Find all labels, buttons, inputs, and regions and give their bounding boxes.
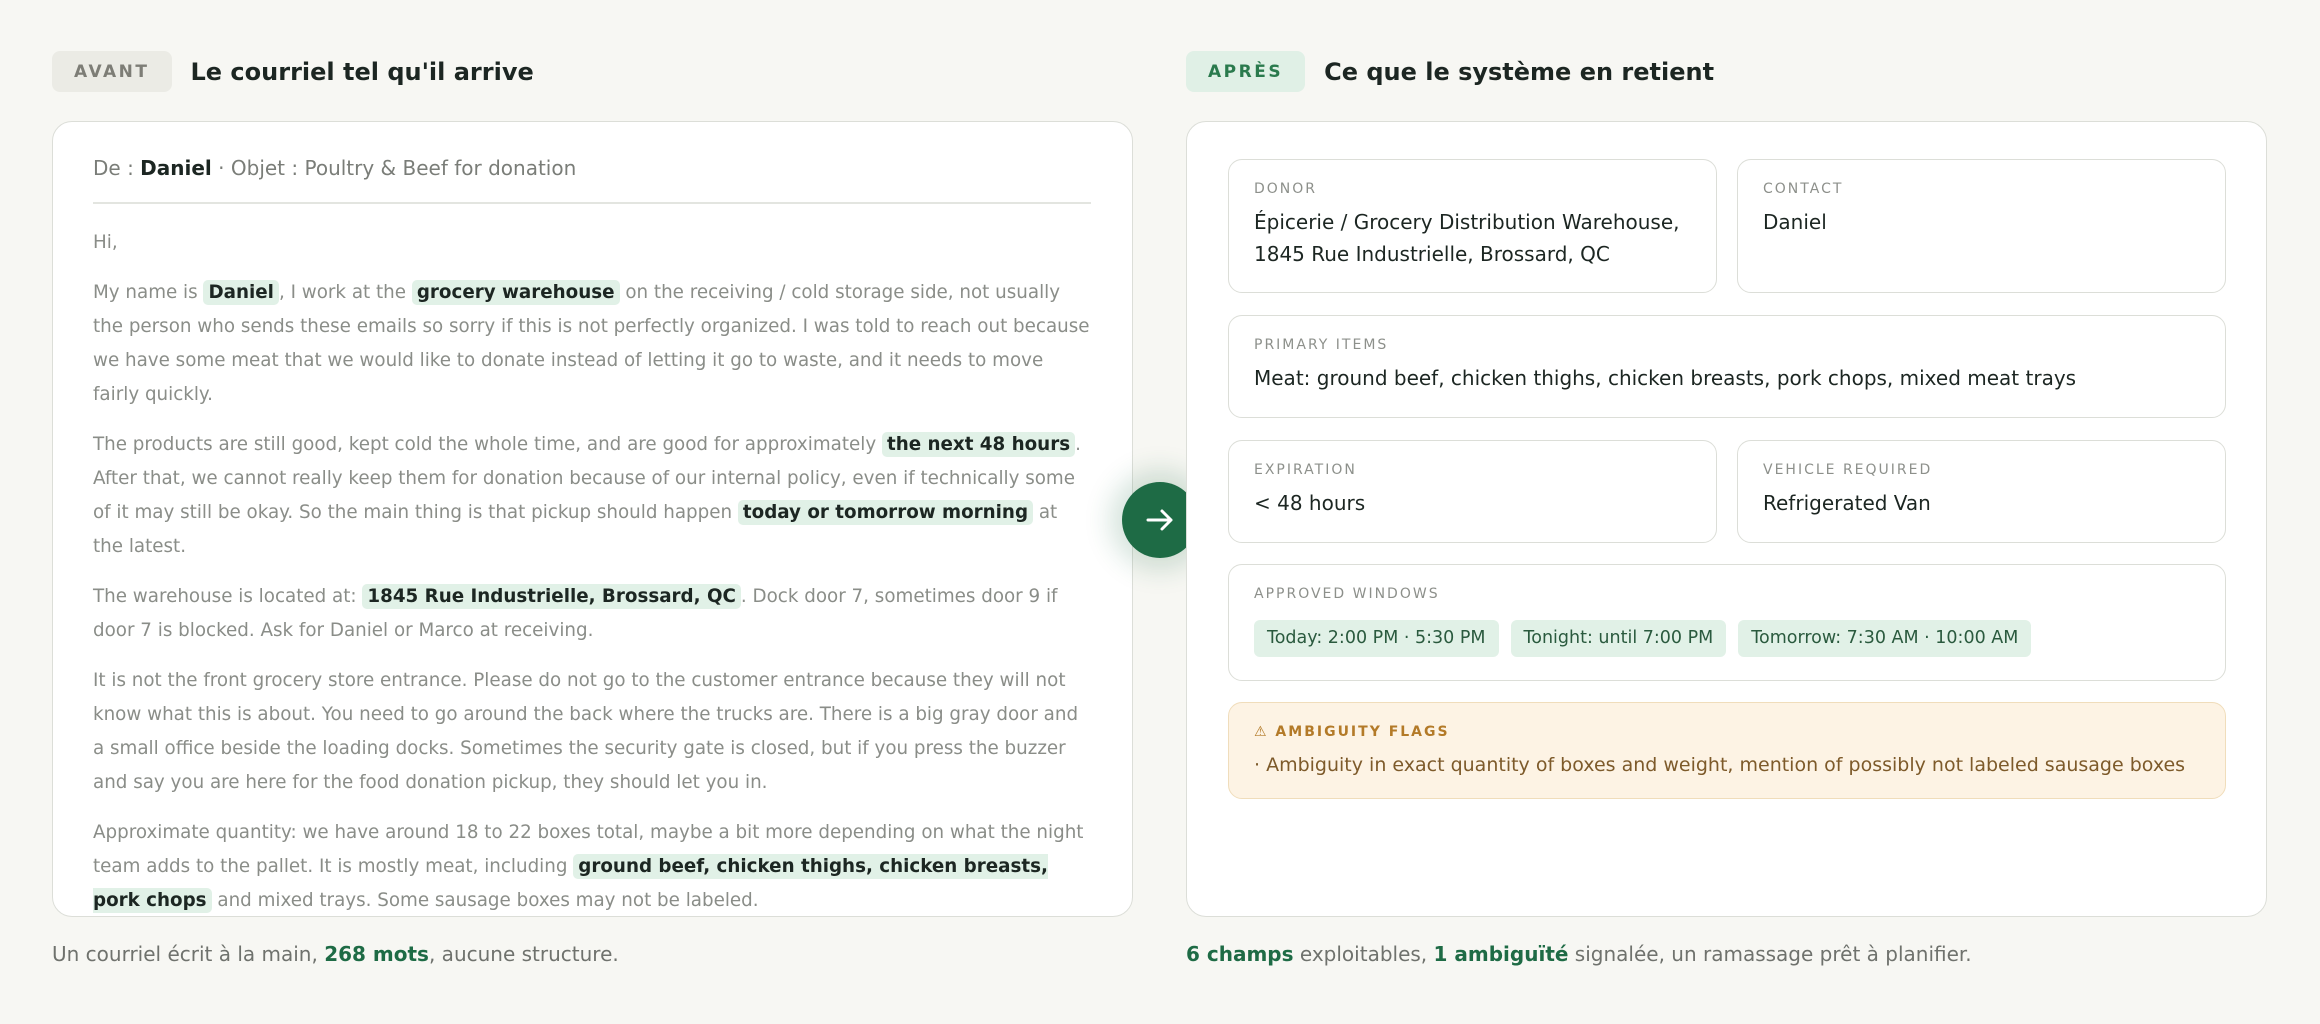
primary-items-value: Meat: ground beef, chicken thighs, chick… [1254, 366, 2077, 390]
primary-items-label: PRIMARY ITEMS [1254, 337, 1389, 353]
expiration-card: EXPIRATION < 48 hours [1228, 440, 1717, 543]
before-footer-pre: Un courriel écrit à la main, [52, 942, 318, 966]
highlighted-entity: 1845 Rue Industrielle, Brossard, QC [362, 584, 741, 609]
window-chip-tonight: Tonight: until 7:00 PM [1510, 620, 1727, 657]
email-text: Hi, [93, 232, 118, 253]
before-footer-post: , aucune structure. [428, 942, 619, 966]
after-header: APRÈS Ce que le système en retient [1186, 51, 1714, 92]
vehicle-card: VEHICLE REQUIRED Refrigerated Van [1737, 440, 2226, 543]
donor-value: Épicerie / Grocery Distribution Warehous… [1254, 206, 1680, 270]
email-text: The warehouse is located at: [93, 586, 363, 607]
email-paragraph: My name is Daniel, I work at the grocery… [93, 276, 1093, 412]
ambiguity-flags-card: ⚠ AMBIGUITY FLAGS · Ambiguity in exact q… [1228, 702, 2226, 799]
highlighted-entity: today or tomorrow morning [737, 500, 1034, 525]
highlighted-entity: grocery warehouse [411, 280, 620, 305]
expiration-label: EXPIRATION [1254, 462, 1357, 478]
after-footer-mid: exploitables, [1293, 942, 1434, 966]
donor-line-2: 1845 Rue Industrielle, Brossard, QC [1254, 242, 1610, 266]
vehicle-label: VEHICLE REQUIRED [1763, 462, 1933, 478]
email-header: De : Daniel · Objet : Poultry & Beef for… [93, 156, 1091, 204]
subject-label: Objet : [230, 156, 299, 180]
before-footer: Un courriel écrit à la main, 268 mots, a… [52, 942, 619, 966]
flags-value: · Ambiguity in exact quantity of boxes a… [1254, 754, 2186, 776]
windows-chips: Today: 2:00 PM · 5:30 PM Tonight: until … [1254, 620, 2032, 657]
email-text: and mixed trays. Some sausage boxes may … [211, 890, 759, 911]
expiration-value: < 48 hours [1254, 491, 1366, 515]
from-label: De : [93, 156, 134, 180]
email-paragraph: The warehouse is located at: 1845 Rue In… [93, 580, 1093, 648]
donor-card: DONOR Épicerie / Grocery Distribution Wa… [1228, 159, 1717, 293]
window-chip-today: Today: 2:00 PM · 5:30 PM [1254, 620, 1499, 657]
after-title: Ce que le système en retient [1324, 57, 1715, 86]
flags-label: ⚠ AMBIGUITY FLAGS [1254, 724, 1450, 740]
email-paragraph: Hi, [93, 226, 1093, 260]
subject-separator: · [218, 156, 225, 180]
before-tag: AVANT [52, 51, 172, 92]
contact-value: Daniel [1763, 210, 1827, 234]
before-title: Le courriel tel qu'il arrive [190, 57, 534, 86]
window-chip-tomorrow: Tomorrow: 7:30 AM · 10:00 AM [1738, 620, 2032, 657]
email-paragraph: The products are still good, kept cold t… [93, 428, 1093, 564]
email-paragraph: It is not the front grocery store entran… [93, 664, 1093, 800]
arrow-right-icon [1146, 509, 1173, 531]
email-text: , I work at the [278, 282, 412, 303]
email-text: My name is [93, 282, 204, 303]
email-text: It is not the front grocery store entran… [93, 670, 1079, 793]
donor-line-1: Épicerie / Grocery Distribution Warehous… [1254, 210, 1680, 234]
email-text: The products are still good, kept cold t… [93, 434, 882, 455]
extraction-panel: DONOR Épicerie / Grocery Distribution Wa… [1186, 121, 2267, 917]
word-count: 268 mots [324, 942, 429, 966]
after-footer-post: signalée, un ramassage prêt à planifier. [1568, 942, 1972, 966]
highlighted-entity: Daniel [203, 280, 279, 305]
before-header: AVANT Le courriel tel qu'il arrive [52, 51, 534, 92]
email-panel: De : Daniel · Objet : Poultry & Beef for… [52, 121, 1133, 917]
ambiguity-count: 1 ambiguïté [1433, 942, 1569, 966]
contact-label: CONTACT [1763, 181, 1844, 197]
primary-items-card: PRIMARY ITEMS Meat: ground beef, chicken… [1228, 315, 2226, 418]
email-body: Hi, My name is Daniel, I work at the groc… [93, 226, 1093, 934]
windows-label: APPROVED WINDOWS [1254, 586, 1440, 602]
donor-label: DONOR [1254, 181, 1318, 197]
email-subject: Poultry & Beef for donation [304, 156, 577, 180]
email-paragraph: Approximate quantity: we have around 18 … [93, 816, 1093, 918]
after-footer: 6 champs exploitables, 1 ambiguïté signa… [1186, 942, 1972, 966]
after-tag: APRÈS [1186, 51, 1306, 92]
windows-card: APPROVED WINDOWS Today: 2:00 PM · 5:30 P… [1228, 564, 2226, 681]
field-count: 6 champs [1186, 942, 1294, 966]
highlighted-entity: the next 48 hours [881, 432, 1076, 457]
from-name: Daniel [140, 156, 212, 180]
vehicle-value: Refrigerated Van [1763, 491, 1931, 515]
contact-card: CONTACT Daniel [1737, 159, 2226, 293]
